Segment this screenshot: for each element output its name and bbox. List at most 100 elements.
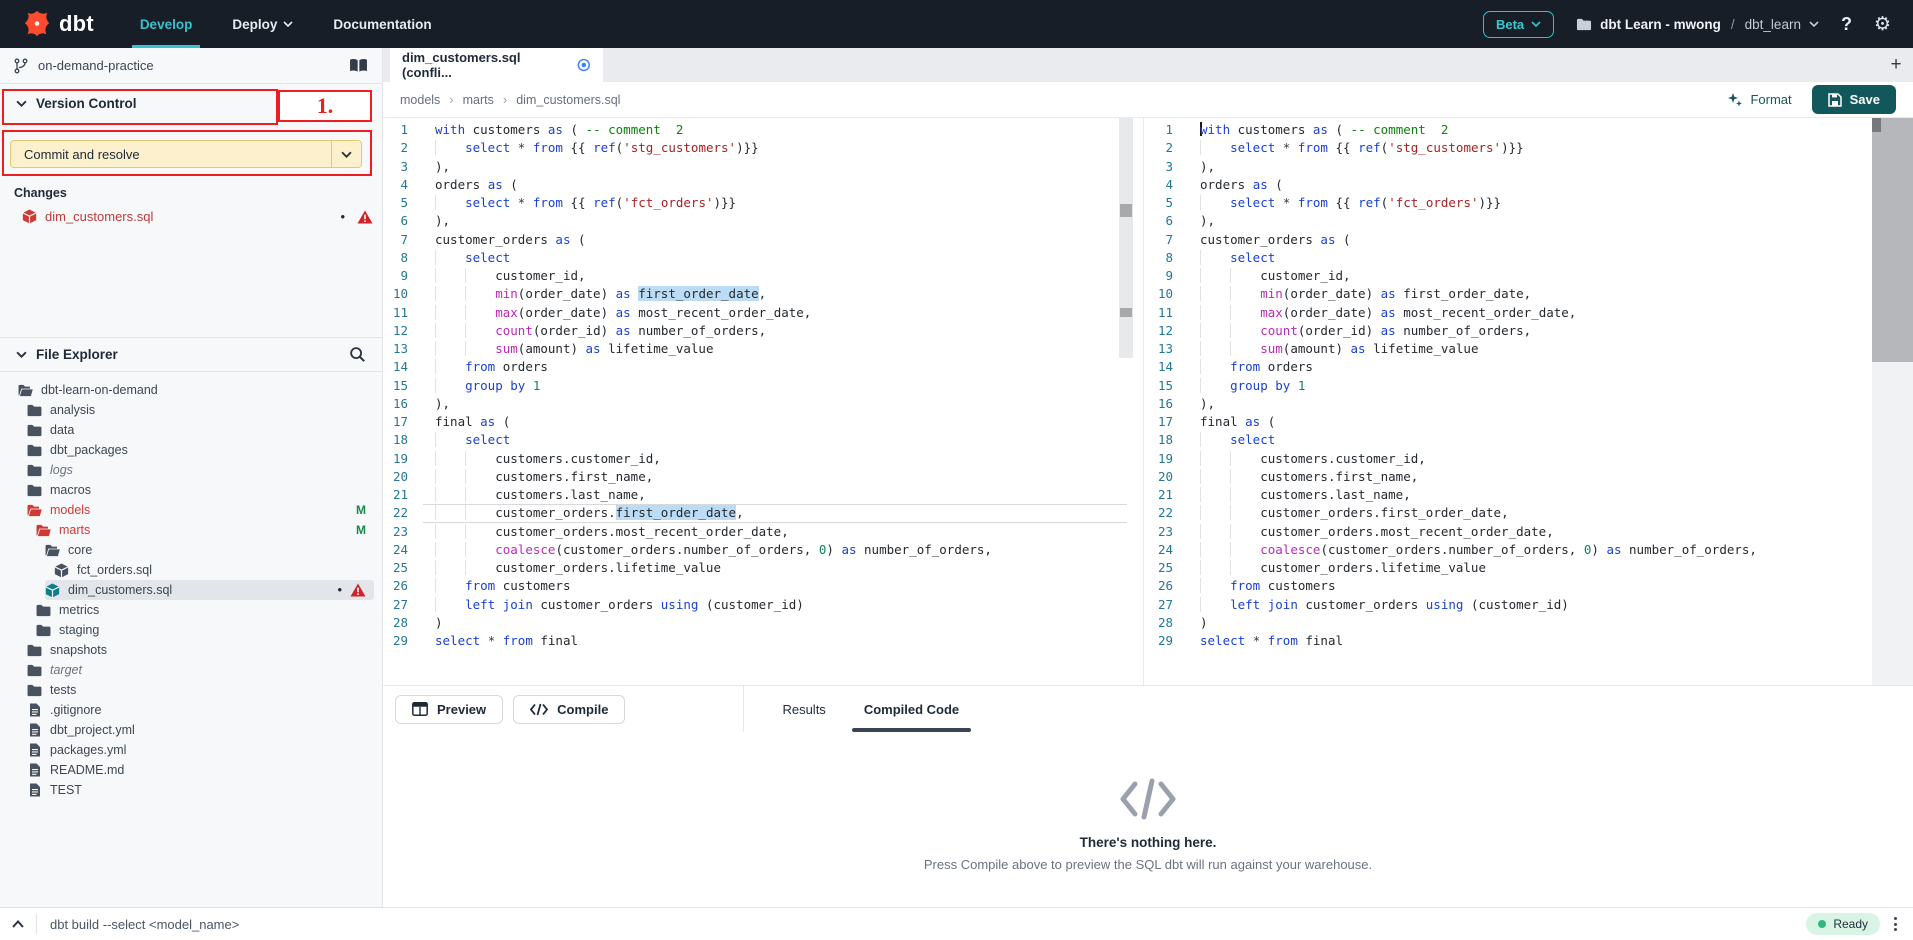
tree-item-marts[interactable]: martsM xyxy=(36,520,374,540)
code-line-2[interactable]: select * from {{ ref('stg_customers')}} xyxy=(1188,139,1867,157)
compile-button[interactable]: Compile xyxy=(513,695,625,724)
tree-item-tests[interactable]: tests xyxy=(27,680,374,700)
code-line-14[interactable]: from orders xyxy=(1188,358,1867,376)
project-selector[interactable]: dbt Learn - mwong / dbt_learn xyxy=(1576,17,1819,32)
code-line-7[interactable]: customer_orders as ( xyxy=(1188,231,1867,249)
tree-item-snapshots[interactable]: snapshots xyxy=(27,640,374,660)
code-line-3[interactable]: ), xyxy=(423,158,1127,176)
code-line-14[interactable]: from orders xyxy=(423,358,1127,376)
code-line-20[interactable]: customers.first_name, xyxy=(423,468,1127,486)
code-line-13[interactable]: sum(amount) as lifetime_value xyxy=(1188,340,1867,358)
code-line-6[interactable]: ), xyxy=(423,212,1127,230)
tree-item-metrics[interactable]: metrics xyxy=(36,600,374,620)
tree-item-packages.yml[interactable]: packages.yml xyxy=(27,740,374,760)
tree-item-staging[interactable]: staging xyxy=(36,620,374,640)
code-line-22[interactable]: customer_orders.first_order_date, xyxy=(1188,504,1867,522)
command-input[interactable]: dbt build --select <model_name> xyxy=(37,917,1806,932)
code-line-12[interactable]: count(order_id) as number_of_orders, xyxy=(1188,322,1867,340)
tree-item-models[interactable]: modelsM xyxy=(27,500,374,520)
code-line-21[interactable]: customers.last_name, xyxy=(423,486,1127,504)
code-line-19[interactable]: customers.customer_id, xyxy=(423,450,1127,468)
code-line-8[interactable]: select xyxy=(1188,249,1867,267)
code-line-13[interactable]: sum(amount) as lifetime_value xyxy=(423,340,1127,358)
code-line-17[interactable]: final as ( xyxy=(423,413,1127,431)
save-button[interactable]: Save xyxy=(1812,85,1896,114)
code-line-24[interactable]: coalesce(customer_orders.number_of_order… xyxy=(423,541,1127,559)
code-line-19[interactable]: customers.customer_id, xyxy=(1188,450,1867,468)
code-line-23[interactable]: customer_orders.most_recent_order_date, xyxy=(423,523,1127,541)
nav-item-documentation[interactable]: Documentation xyxy=(313,0,451,48)
tree-item-logs[interactable]: logs xyxy=(27,460,374,480)
code-line-2[interactable]: select * from {{ ref('stg_customers')}} xyxy=(423,139,1127,157)
beta-button[interactable]: Beta xyxy=(1483,11,1554,38)
code-line-20[interactable]: customers.first_name, xyxy=(1188,468,1867,486)
code-line-5[interactable]: select * from {{ ref('fct_orders')}} xyxy=(1188,194,1867,212)
code-line-9[interactable]: customer_id, xyxy=(1188,267,1867,285)
tab-dim-customers[interactable]: dim_customers.sql (confli... xyxy=(390,48,603,82)
format-button[interactable]: Format xyxy=(1727,92,1791,108)
kebab-menu-icon[interactable] xyxy=(1894,917,1897,931)
nav-item-deploy[interactable]: Deploy xyxy=(212,0,313,48)
editor-scrollbar[interactable] xyxy=(1119,118,1133,358)
code-line-22[interactable]: customer_orders.first_order_date, xyxy=(423,504,1127,522)
tree-item-data[interactable]: data xyxy=(27,420,374,440)
code-line-28[interactable]: ) xyxy=(1188,614,1867,632)
branch-selector[interactable]: on-demand-practice xyxy=(0,48,382,84)
nav-item-develop[interactable]: Develop xyxy=(120,0,213,48)
code-line-8[interactable]: select xyxy=(423,249,1127,267)
code-line-4[interactable]: orders as ( xyxy=(1188,176,1867,194)
code-line-28[interactable]: ) xyxy=(423,614,1127,632)
code-line-29[interactable]: select * from final xyxy=(1188,632,1867,650)
code-line-25[interactable]: customer_orders.lifetime_value xyxy=(1188,559,1867,577)
breadcrumb-file[interactable]: dim_customers.sql xyxy=(516,93,620,107)
preview-button[interactable]: Preview xyxy=(395,695,503,724)
commit-and-resolve-button[interactable]: Commit and resolve xyxy=(10,140,362,168)
help-icon[interactable]: ? xyxy=(1841,14,1852,35)
tree-item-dbt_packages[interactable]: dbt_packages xyxy=(27,440,374,460)
tree-item-dbt-learn-on-demand[interactable]: dbt-learn-on-demand xyxy=(18,380,374,400)
tree-item-.gitignore[interactable]: .gitignore xyxy=(27,700,374,720)
code-line-27[interactable]: left join customer_orders using (custome… xyxy=(1188,596,1867,614)
code-line-24[interactable]: coalesce(customer_orders.number_of_order… xyxy=(1188,541,1867,559)
code-line-15[interactable]: group by 1 xyxy=(1188,377,1867,395)
tree-item-dbt_project.yml[interactable]: dbt_project.yml xyxy=(27,720,374,740)
code-line-16[interactable]: ), xyxy=(423,395,1127,413)
gear-icon[interactable]: ⚙ xyxy=(1874,13,1891,35)
code-line-26[interactable]: from customers xyxy=(1188,577,1867,595)
tree-item-macros[interactable]: macros xyxy=(27,480,374,500)
code-line-18[interactable]: select xyxy=(1188,431,1867,449)
code-line-1[interactable]: with customers as ( -- comment 2 xyxy=(1188,121,1867,139)
docs-book-icon[interactable] xyxy=(349,58,368,73)
code-line-11[interactable]: max(order_date) as most_recent_order_dat… xyxy=(1188,304,1867,322)
tree-item-analysis[interactable]: analysis xyxy=(27,400,374,420)
code-line-7[interactable]: customer_orders as ( xyxy=(423,231,1127,249)
code-line-27[interactable]: left join customer_orders using (custome… xyxy=(423,596,1127,614)
code-line-25[interactable]: customer_orders.lifetime_value xyxy=(423,559,1127,577)
breadcrumb-marts[interactable]: marts xyxy=(463,93,494,107)
tree-item-README.md[interactable]: README.md xyxy=(27,760,374,780)
changed-file-dim_customers.sql[interactable]: dim_customers.sql• xyxy=(0,206,383,227)
code-line-10[interactable]: min(order_date) as first_order_date, xyxy=(1188,285,1867,303)
code-line-9[interactable]: customer_id, xyxy=(423,267,1127,285)
code-line-29[interactable]: select * from final xyxy=(423,632,1127,650)
code-line-26[interactable]: from customers xyxy=(423,577,1127,595)
tree-item-dim_customers.sql[interactable]: dim_customers.sql• xyxy=(45,580,374,600)
code-line-18[interactable]: select xyxy=(423,431,1127,449)
file-explorer-header[interactable]: File Explorer xyxy=(0,337,382,372)
tab-results[interactable]: Results xyxy=(770,686,837,732)
tree-item-TEST[interactable]: TEST xyxy=(27,780,374,800)
tree-item-core[interactable]: core xyxy=(45,540,374,560)
tab-compiled-code[interactable]: Compiled Code xyxy=(852,686,971,732)
code-line-12[interactable]: count(order_id) as number_of_orders, xyxy=(423,322,1127,340)
tree-item-target[interactable]: target xyxy=(27,660,374,680)
expand-command-bar-button[interactable] xyxy=(0,920,36,928)
new-tab-button[interactable]: + xyxy=(1879,48,1913,82)
dbt-logo[interactable]: dbt xyxy=(0,9,120,39)
commit-options-chevron[interactable] xyxy=(331,141,361,167)
breadcrumb-models[interactable]: models xyxy=(400,93,440,107)
search-icon[interactable] xyxy=(349,346,366,363)
code-line-11[interactable]: max(order_date) as most_recent_order_dat… xyxy=(423,304,1127,322)
code-line-1[interactable]: with customers as ( -- comment 2 xyxy=(423,121,1127,139)
editor-scrollbar[interactable] xyxy=(1872,118,1913,685)
code-line-5[interactable]: select * from {{ ref('fct_orders')}} xyxy=(423,194,1127,212)
